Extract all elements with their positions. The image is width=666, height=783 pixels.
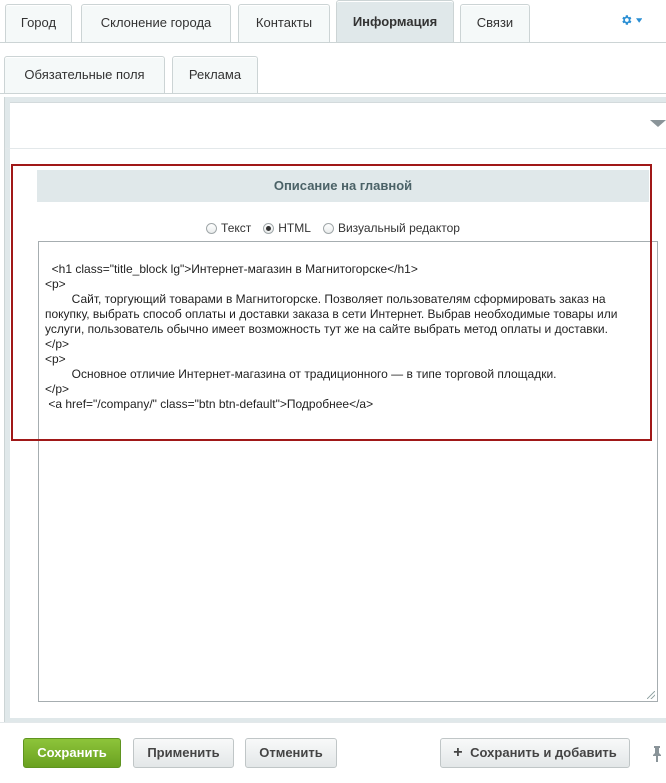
html-content-text: <h1 class="title_block lg">Интернет-мага… xyxy=(45,262,618,411)
mode-text-option[interactable]: Текст xyxy=(206,219,251,237)
apply-button-label: Применить xyxy=(147,745,220,760)
settings-gear-icon[interactable] xyxy=(620,11,642,29)
editor-mode-selector: Текст HTML Визуальный редактор xyxy=(0,219,666,237)
tab-label: Реклама xyxy=(188,67,242,82)
radio-text[interactable] xyxy=(206,222,218,234)
tab-svyazi[interactable]: Связи xyxy=(460,4,530,42)
tab-label: Информация xyxy=(352,14,438,29)
html-content-textarea[interactable]: <h1 class="title_block lg">Интернет-мага… xyxy=(38,241,658,702)
tab-label: Город xyxy=(20,15,57,30)
mode-text-label: Текст xyxy=(221,221,252,235)
collapse-arrow-icon[interactable] xyxy=(650,120,666,127)
tab-gorod[interactable]: Город xyxy=(5,4,72,42)
section-title: Описание на главной xyxy=(37,170,649,202)
tab-label: Обязательные поля xyxy=(24,67,145,82)
gear-icon xyxy=(622,15,632,25)
tab-reklama[interactable]: Реклама xyxy=(172,56,258,94)
cancel-button[interactable]: Отменить xyxy=(245,738,337,768)
tabs-row1-divider xyxy=(0,42,666,43)
cancel-button-label: Отменить xyxy=(259,745,323,760)
apply-button[interactable]: Применить xyxy=(133,738,234,768)
tab-label: Связи xyxy=(476,15,514,30)
tab-sklonenie[interactable]: Склонение города xyxy=(81,4,231,42)
save-button[interactable]: Сохранить xyxy=(23,738,121,768)
save-and-add-button[interactable]: + Сохранить и добавить xyxy=(440,738,630,768)
tab-label: Склонение города xyxy=(100,15,212,30)
collapse-divider xyxy=(5,148,666,149)
mode-visual-label: Визуальный редактор xyxy=(337,221,460,235)
mode-html-label: HTML xyxy=(278,221,311,235)
save-and-add-label: Сохранить и добавить xyxy=(470,745,617,760)
tab-kontakty[interactable]: Контакты xyxy=(238,4,330,42)
tab-informatsiya[interactable]: Информация xyxy=(336,0,454,43)
mode-html-option[interactable]: HTML xyxy=(263,219,311,237)
radio-visual[interactable] xyxy=(322,222,334,234)
radio-html[interactable] xyxy=(263,222,275,234)
tab-label: Контакты xyxy=(255,15,313,30)
resize-handle-icon[interactable] xyxy=(647,691,655,699)
save-button-label: Сохранить xyxy=(37,745,107,760)
pushpin-icon xyxy=(653,746,661,762)
plus-icon: + xyxy=(453,744,463,761)
mode-visual-option[interactable]: Визуальный редактор xyxy=(322,219,460,237)
pin-icon[interactable] xyxy=(652,746,662,762)
tab-obyazatelnye-polya[interactable]: Обязательные поля xyxy=(4,56,165,94)
chevron-down-icon xyxy=(635,17,642,23)
tabs-row2-divider xyxy=(0,93,666,94)
